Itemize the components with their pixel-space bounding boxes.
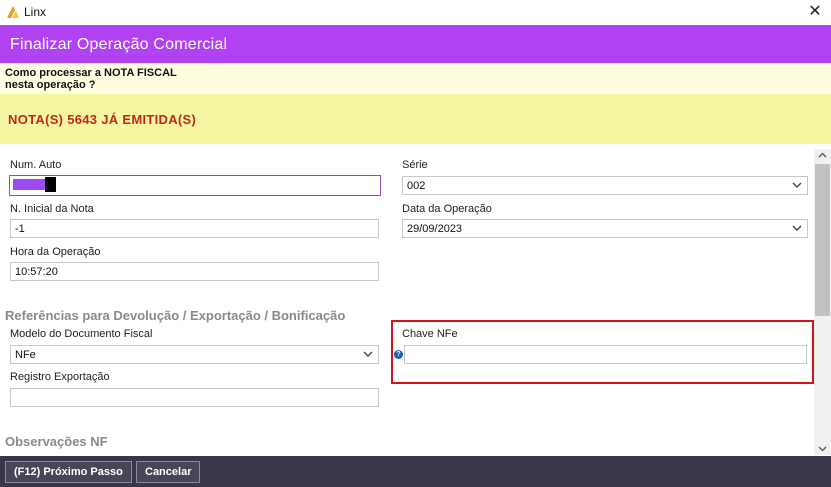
modelo-value: NFe: [15, 349, 36, 361]
dialog-footer: (F12) Próximo Passo Cancelar: [0, 456, 831, 487]
help-icon[interactable]: ?: [394, 350, 403, 359]
serie-select[interactable]: 002: [402, 176, 808, 195]
registro-label: Registro Exportação: [10, 371, 110, 383]
dialog-header: Finalizar Operação Comercial: [0, 25, 831, 63]
chevron-down-icon: [363, 351, 373, 357]
cancel-button[interactable]: Cancelar: [136, 461, 201, 483]
chevron-down-icon: [792, 182, 802, 188]
close-button[interactable]: ✕: [805, 2, 825, 22]
observacoes-section-title: Observações NF: [5, 434, 108, 449]
linx-logo-icon: [7, 6, 19, 18]
referencias-section-title: Referências para Devolução / Exportação …: [5, 308, 346, 323]
serie-label: Série: [402, 159, 428, 171]
question-banner: Como processar a NOTA FISCAL nesta opera…: [0, 63, 831, 94]
chave-nfe-label: Chave NFe: [402, 328, 458, 340]
vertical-scrollbar[interactable]: [814, 149, 831, 455]
data-operacao-value: 29/09/2023: [407, 223, 463, 235]
window-title: Linx: [24, 5, 47, 19]
registro-field[interactable]: [10, 388, 379, 407]
question-text: Como processar a NOTA FISCAL nesta opera…: [5, 67, 177, 91]
num-auto-cursor: [45, 177, 56, 192]
modelo-label: Modelo do Documento Fiscal: [10, 328, 153, 340]
chevron-down-icon: [792, 225, 802, 231]
num-auto-selection: [13, 179, 45, 190]
window-titlebar: Linx ✕: [0, 0, 831, 25]
form-content: Num. Auto N. Inicial da Nota -1 Hora da …: [0, 149, 814, 455]
num-auto-label: Num. Auto: [10, 159, 62, 171]
dialog-title: Finalizar Operação Comercial: [10, 36, 228, 53]
n-inicial-field[interactable]: -1: [10, 219, 379, 238]
hora-operacao-field[interactable]: 10:57:20: [10, 262, 379, 281]
chave-nfe-field[interactable]: [404, 345, 807, 364]
scrollbar-thumb[interactable]: [815, 164, 830, 316]
modelo-select[interactable]: NFe: [10, 345, 379, 364]
data-operacao-label: Data da Operação: [402, 203, 492, 215]
next-step-button[interactable]: (F12) Próximo Passo: [5, 461, 132, 483]
n-inicial-label: N. Inicial da Nota: [10, 203, 94, 215]
data-operacao-select[interactable]: 29/09/2023: [402, 219, 808, 238]
alert-text: NOTA(S) 5643 JÁ EMITIDA(S): [8, 112, 197, 127]
scroll-down-icon[interactable]: [814, 442, 831, 455]
scroll-up-icon[interactable]: [814, 149, 831, 162]
serie-value: 002: [407, 180, 426, 192]
num-auto-field[interactable]: [9, 175, 381, 196]
hora-operacao-label: Hora da Operação: [10, 246, 101, 258]
alert-banner: NOTA(S) 5643 JÁ EMITIDA(S): [0, 94, 831, 144]
